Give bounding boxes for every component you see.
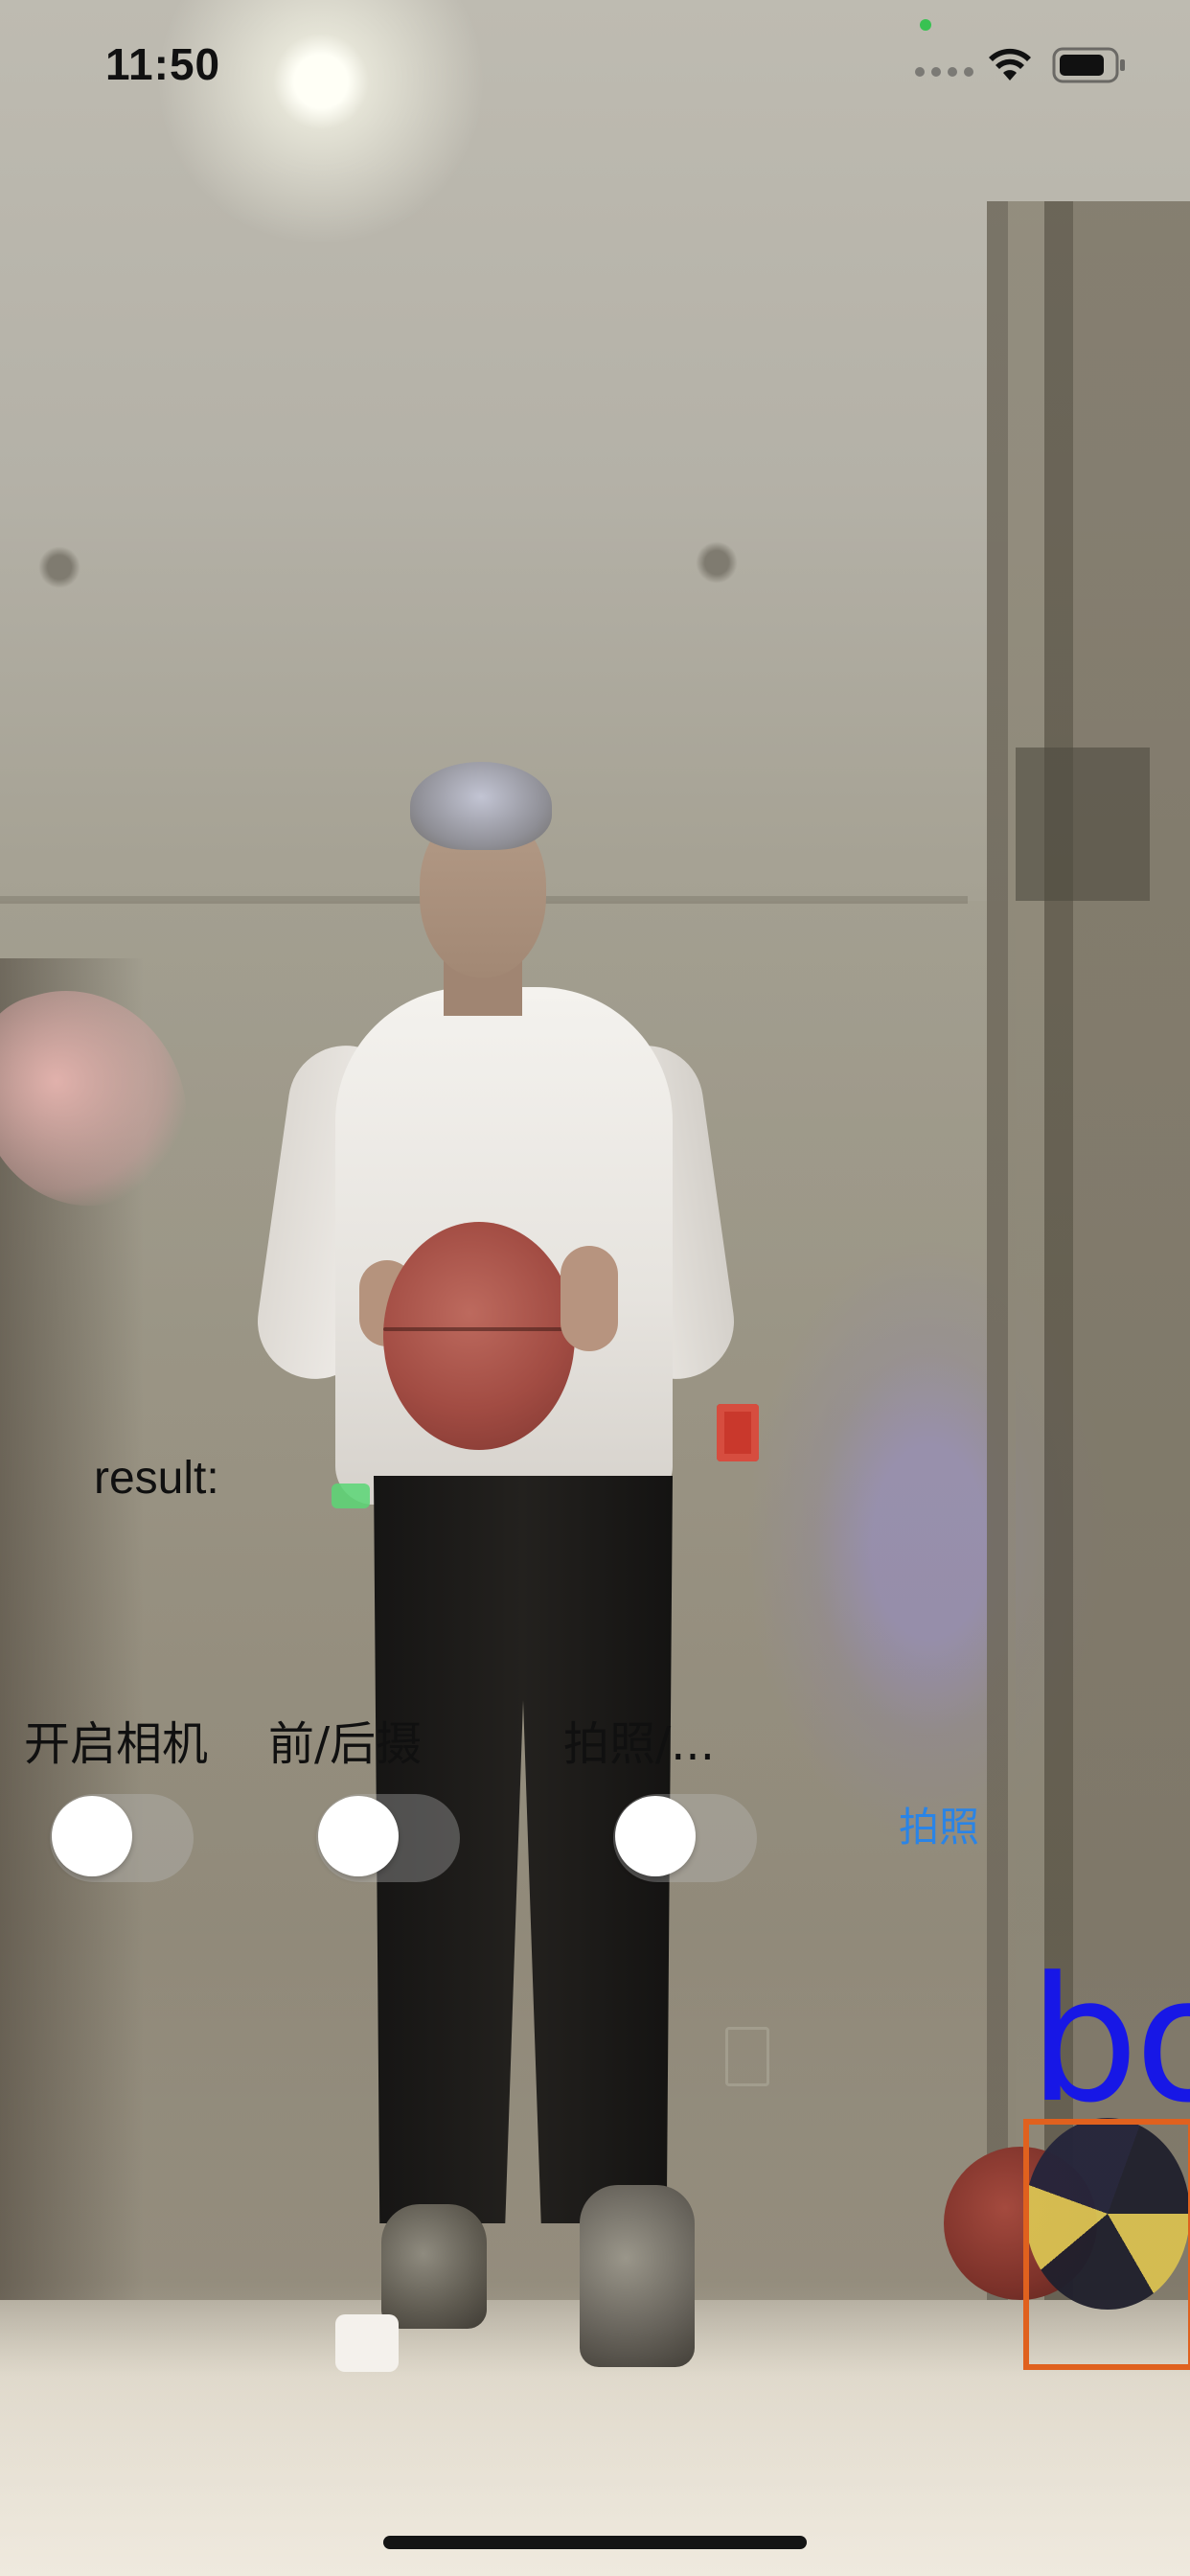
status-time: 11:50 <box>105 39 221 89</box>
battery-icon <box>1052 47 1125 83</box>
wall-switch <box>725 2027 769 2086</box>
held-basketball-seam <box>383 1327 575 1331</box>
take-photo-button[interactable]: 拍照 <box>899 1795 979 1853</box>
held-basketball <box>383 1222 575 1450</box>
home-indicator[interactable] <box>383 2536 807 2549</box>
ceiling-light-right <box>696 541 738 584</box>
ceiling-light-left <box>38 546 80 588</box>
toggle-knob <box>318 1796 399 1876</box>
fire-alarm <box>717 1404 759 1461</box>
door-frame-shadow <box>1016 748 1150 901</box>
toggle-knob <box>615 1796 696 1876</box>
wifi-icon <box>989 48 1031 80</box>
green-object <box>332 1484 370 1508</box>
person-hair <box>410 762 552 850</box>
open-camera-label: 开启相机 <box>24 1717 209 1771</box>
toggle-knob <box>52 1796 132 1876</box>
cellular-signal-icon <box>915 67 973 77</box>
detection-bounding-box <box>1023 2119 1190 2370</box>
camera-screen: bo 11:50 result: 开启相机 前/后摄 拍照/... 拍照 <box>0 0 1190 2576</box>
status-bar: 11:50 <box>0 0 1190 126</box>
camera-in-use-indicator <box>920 19 931 31</box>
floor-bottle <box>335 2314 399 2372</box>
photo-video-toggle[interactable] <box>613 1794 757 1882</box>
detection-label: bo <box>1029 1941 1190 2141</box>
person-shoe-left <box>381 2204 487 2329</box>
open-camera-toggle[interactable] <box>50 1794 194 1882</box>
front-back-camera-toggle[interactable] <box>316 1794 460 1882</box>
photo-video-label: 拍照/... <box>563 1717 715 1771</box>
person-hand-right <box>561 1246 618 1351</box>
front-back-camera-label: 前/后摄 <box>268 1717 423 1771</box>
result-label: result: <box>94 1453 219 1504</box>
person-shoe-right <box>580 2185 695 2367</box>
